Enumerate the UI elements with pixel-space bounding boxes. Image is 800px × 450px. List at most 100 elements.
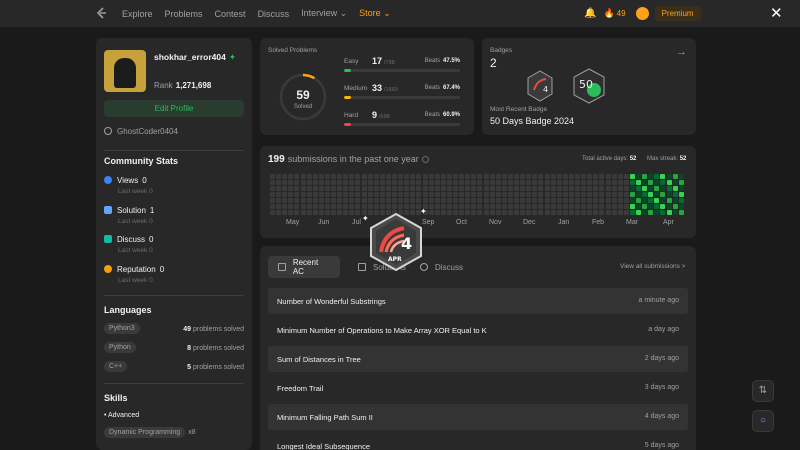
- heatmap-cell[interactable]: [642, 198, 648, 203]
- heatmap-cell[interactable]: [471, 180, 477, 185]
- heatmap-cell[interactable]: [324, 180, 330, 185]
- heatmap-cell[interactable]: [385, 192, 391, 197]
- heatmap-cell[interactable]: [587, 198, 593, 203]
- heatmap-cell[interactable]: [495, 180, 501, 185]
- heatmap-cell[interactable]: [654, 204, 660, 209]
- heatmap-cell[interactable]: [294, 180, 300, 185]
- heatmap-cell[interactable]: [605, 204, 611, 209]
- heatmap-cell[interactable]: [410, 198, 416, 203]
- badges-card[interactable]: Badges 2 → 4 50 Most Recent Badge 50 Day…: [482, 38, 696, 135]
- heatmap-cell[interactable]: [587, 210, 593, 215]
- heatmap-cell[interactable]: [617, 192, 623, 197]
- heatmap-cell[interactable]: [678, 198, 684, 203]
- heatmap-cell[interactable]: [367, 186, 373, 191]
- heatmap-cell[interactable]: [501, 210, 507, 215]
- heatmap-cell[interactable]: [538, 210, 544, 215]
- heatmap-cell[interactable]: [507, 174, 513, 179]
- heatmap-cell[interactable]: [398, 174, 404, 179]
- heatmap-cell[interactable]: [623, 204, 629, 209]
- heatmap-cell[interactable]: [379, 198, 385, 203]
- heatmap-cell[interactable]: [294, 186, 300, 191]
- heatmap-cell[interactable]: [300, 180, 306, 185]
- heatmap-cell[interactable]: [288, 204, 294, 209]
- heatmap-cell[interactable]: [343, 186, 349, 191]
- heatmap-cell[interactable]: [440, 204, 446, 209]
- heatmap-cell[interactable]: [544, 204, 550, 209]
- heatmap-cell[interactable]: [392, 204, 397, 209]
- heatmap-cell[interactable]: [294, 210, 300, 215]
- heatmap-cell[interactable]: [495, 198, 501, 203]
- heatmap-cell[interactable]: [599, 192, 605, 197]
- heatmap-cell[interactable]: [428, 174, 434, 179]
- heatmap-cell[interactable]: [446, 192, 452, 197]
- heatmap-cell[interactable]: [501, 174, 507, 179]
- heatmap-cell[interactable]: [489, 204, 495, 209]
- heatmap-cell[interactable]: [593, 174, 599, 179]
- heatmap-cell[interactable]: [593, 186, 599, 191]
- nav-explore[interactable]: Explore: [122, 9, 153, 19]
- tab-recent-ac[interactable]: Recent AC: [268, 256, 340, 278]
- heatmap-cell[interactable]: [501, 180, 507, 185]
- heatmap-cell[interactable]: [648, 204, 654, 209]
- heatmap-cell[interactable]: [611, 210, 617, 215]
- heatmap-cell[interactable]: [556, 180, 562, 185]
- heatmap-cell[interactable]: [306, 210, 312, 215]
- heatmap-cell[interactable]: [294, 204, 300, 209]
- heatmap-cell[interactable]: [544, 198, 550, 203]
- heatmap-cell[interactable]: [288, 180, 294, 185]
- heatmap-cell[interactable]: [343, 204, 349, 209]
- heatmap-cell[interactable]: [611, 192, 617, 197]
- heatmap-cell[interactable]: [385, 186, 391, 191]
- heatmap-cell[interactable]: [343, 180, 349, 185]
- heatmap-cell[interactable]: [654, 198, 660, 203]
- heatmap-cell[interactable]: [373, 180, 379, 185]
- heatmap-cell[interactable]: [489, 180, 495, 185]
- heatmap-cell[interactable]: [483, 186, 489, 191]
- heatmap-cell[interactable]: [459, 204, 465, 209]
- heatmap-cell[interactable]: [453, 210, 458, 215]
- heatmap-cell[interactable]: [312, 204, 318, 209]
- heatmap-cell[interactable]: [318, 204, 324, 209]
- heatmap-cell[interactable]: [660, 180, 666, 185]
- heatmap-cell[interactable]: [666, 180, 672, 185]
- heatmap-cell[interactable]: [587, 192, 593, 197]
- heatmap-cell[interactable]: [544, 174, 550, 179]
- heatmap-cell[interactable]: [636, 204, 641, 209]
- feedback-button[interactable]: ○: [752, 410, 774, 432]
- heatmap-cell[interactable]: [446, 186, 452, 191]
- heatmap-cell[interactable]: [587, 174, 593, 179]
- heatmap-cell[interactable]: [270, 198, 275, 203]
- heatmap-cell[interactable]: [282, 204, 288, 209]
- heatmap-cell[interactable]: [520, 192, 526, 197]
- heatmap-cell[interactable]: [440, 198, 446, 203]
- heatmap-cell[interactable]: [453, 198, 458, 203]
- heatmap-cell[interactable]: [337, 186, 343, 191]
- heatmap-cell[interactable]: [288, 192, 294, 197]
- heatmap-cell[interactable]: [294, 192, 300, 197]
- heatmap-cell[interactable]: [331, 186, 336, 191]
- heatmap-cell[interactable]: [678, 210, 684, 215]
- heatmap-cell[interactable]: [550, 180, 556, 185]
- heatmap-cell[interactable]: [654, 210, 660, 215]
- heatmap-cell[interactable]: [489, 174, 495, 179]
- list-item[interactable]: Longest Ideal Subsequence 5 days ago: [268, 433, 688, 450]
- heatmap-cell[interactable]: [318, 186, 324, 191]
- heatmap-cell[interactable]: [294, 174, 300, 179]
- heatmap-cell[interactable]: [568, 186, 574, 191]
- heatmap-cell[interactable]: [629, 210, 635, 215]
- heatmap-cell[interactable]: [678, 192, 684, 197]
- heatmap-cell[interactable]: [636, 180, 641, 185]
- heatmap-cell[interactable]: [459, 174, 465, 179]
- heatmap-cell[interactable]: [629, 198, 635, 203]
- heatmap-cell[interactable]: [514, 210, 519, 215]
- heatmap-cell[interactable]: [654, 186, 660, 191]
- heatmap-cell[interactable]: [599, 186, 605, 191]
- nav-contest[interactable]: Contest: [215, 9, 246, 19]
- heatmap-cell[interactable]: [349, 204, 355, 209]
- heatmap-cell[interactable]: [385, 198, 391, 203]
- heatmap-cell[interactable]: [367, 180, 373, 185]
- heatmap-cell[interactable]: [306, 192, 312, 197]
- heatmap-cell[interactable]: [599, 180, 605, 185]
- heatmap-cell[interactable]: [355, 174, 361, 179]
- heatmap-cell[interactable]: [270, 180, 275, 185]
